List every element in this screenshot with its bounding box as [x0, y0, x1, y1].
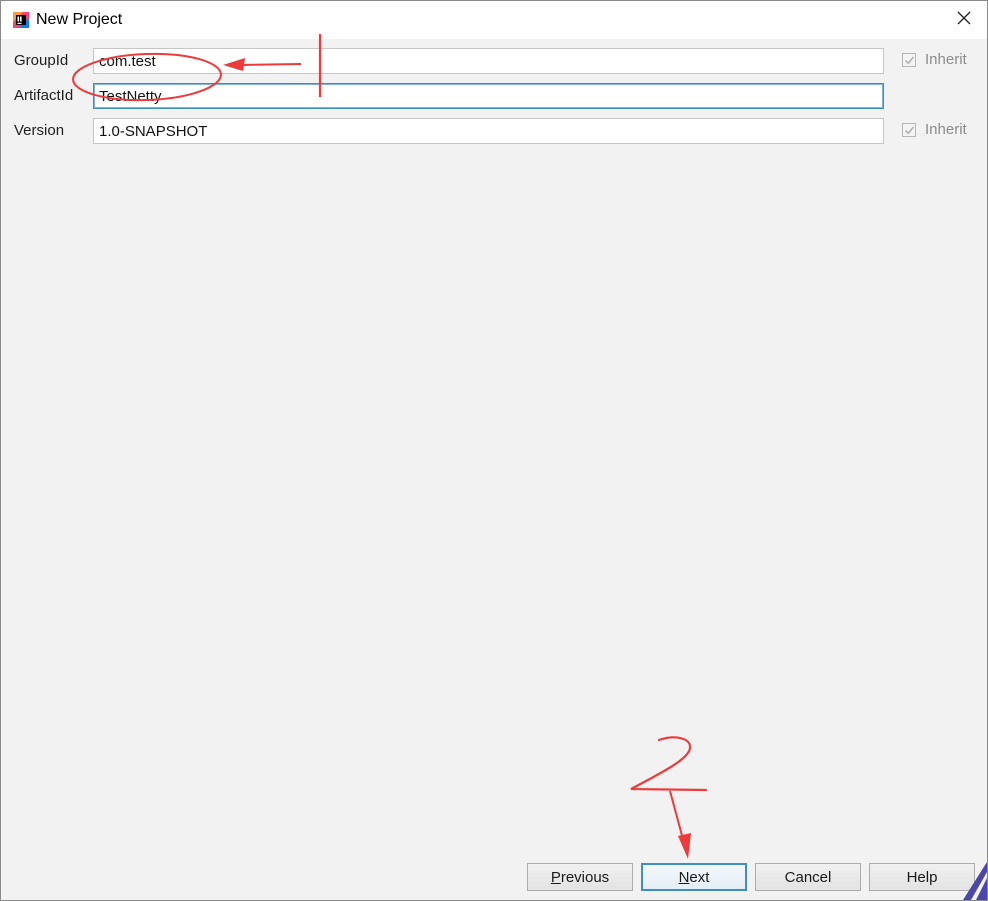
previous-mnemonic: P: [550, 868, 561, 886]
intellij-idea-icon: [13, 12, 29, 28]
annotation-number-two: [630, 736, 708, 792]
close-icon: [957, 11, 971, 30]
version-field[interactable]: [93, 118, 884, 144]
previous-button[interactable]: Previous: [527, 863, 633, 891]
previous-label: revious: [560, 868, 610, 886]
window-title: New Project: [36, 11, 123, 28]
inherit-label: Inherit: [925, 51, 967, 68]
version-row: Version Inherit: [1, 118, 987, 146]
checkbox[interactable]: [902, 122, 916, 137]
artifact-id-field[interactable]: [93, 83, 884, 109]
group-id-inherit-checkbox[interactable]: Inherit: [902, 51, 967, 68]
corner-decoration-icon: [963, 862, 987, 900]
next-mnemonic: N: [678, 868, 690, 886]
checkbox[interactable]: [902, 52, 916, 67]
next-label: ext: [689, 868, 710, 886]
group-id-label: GroupId: [14, 52, 69, 69]
close-button[interactable]: [941, 1, 987, 39]
cancel-button[interactable]: Cancel: [755, 863, 861, 891]
version-inherit-checkbox[interactable]: Inherit: [902, 121, 967, 138]
next-button[interactable]: Next: [641, 863, 747, 891]
artifact-id-label: ArtifactId: [14, 87, 74, 104]
annotation-arrow-2: [669, 790, 691, 859]
version-label: Version: [14, 122, 65, 139]
checkmark-icon: [904, 125, 915, 134]
artifact-id-row: ArtifactId: [1, 83, 987, 111]
group-id-row: GroupId Inherit: [1, 48, 987, 76]
inherit-label: Inherit: [925, 121, 967, 138]
new-project-dialog: New Project GroupId Inherit ArtifactId: [0, 0, 988, 901]
group-id-field[interactable]: [93, 48, 884, 74]
title-bar: New Project: [1, 1, 987, 39]
checkmark-icon: [904, 55, 915, 64]
